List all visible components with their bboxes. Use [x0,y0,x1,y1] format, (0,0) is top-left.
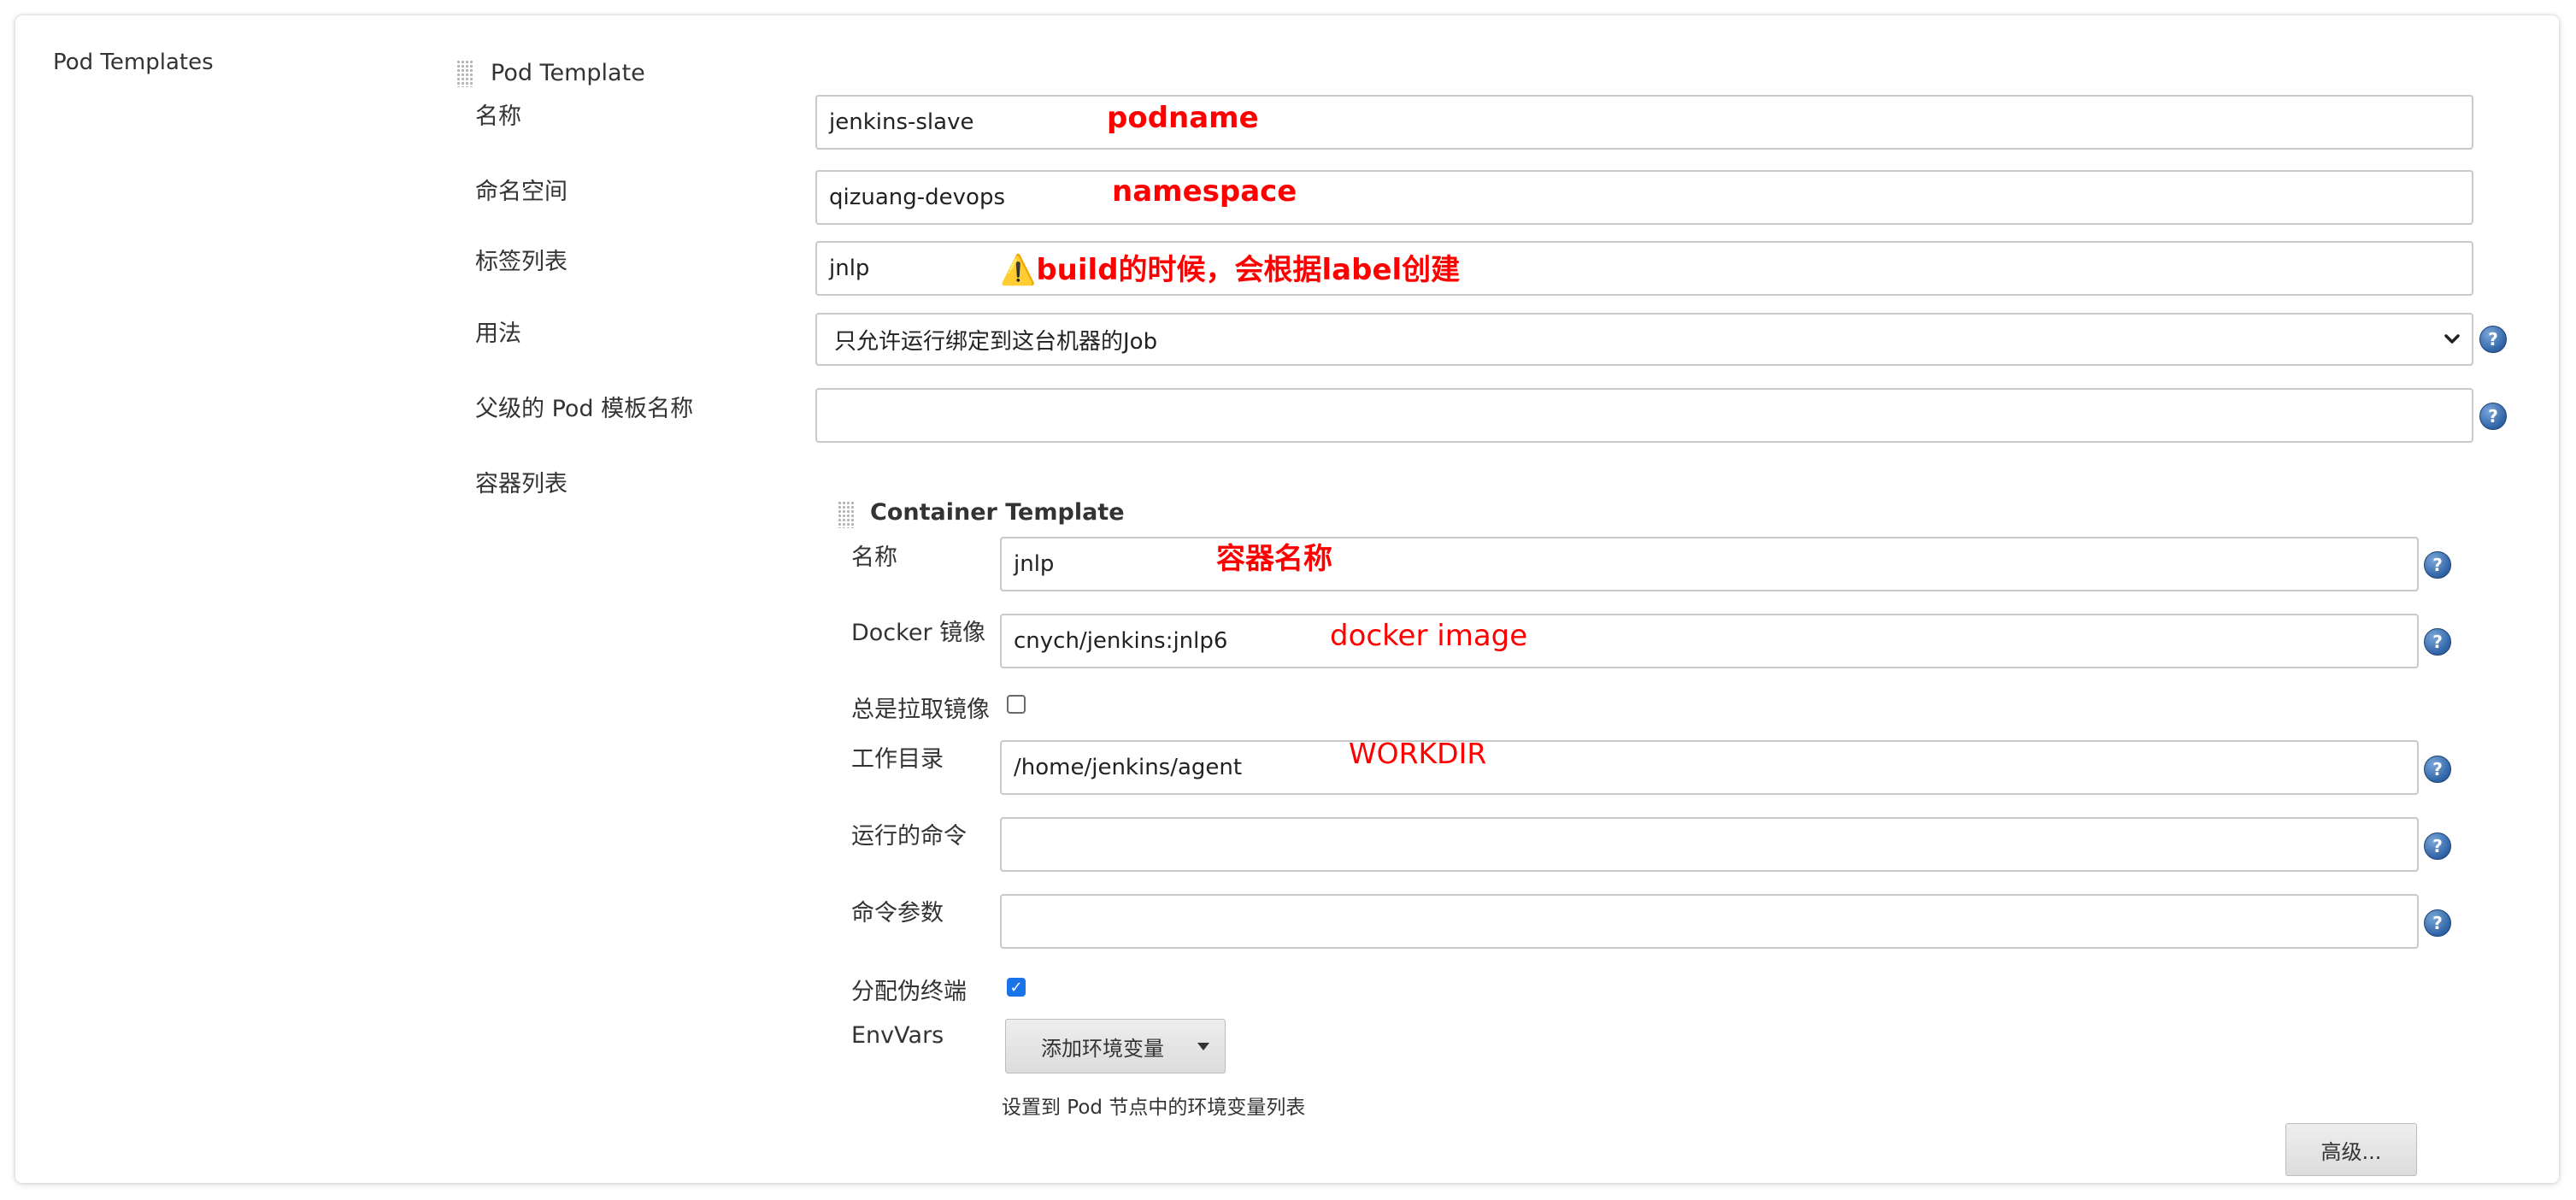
parent-template-label: 父级的 Pod 模板名称 [475,396,694,422]
command-input[interactable] [1000,817,2419,872]
pod-templates-panel: Pod Templates Pod Template 名称 jenkins-sl… [15,15,2559,1183]
workdir-label: 工作目录 [851,746,944,773]
docker-image-input[interactable]: cnych/jenkins:jnlp6 [1000,614,2419,668]
container-name-label: 名称 [851,544,897,571]
containers-label: 容器列表 [475,471,568,497]
section-title: Pod Templates [53,50,214,75]
container-name-input[interactable]: jnlp [1000,537,2419,591]
help-icon[interactable]: ? [2424,551,2451,579]
args-label: 命令参数 [851,900,944,926]
namespace-label: 命名空间 [475,179,568,205]
always-pull-label: 总是拉取镜像 [851,697,990,723]
pod-name-label: 名称 [475,103,521,130]
envvars-hint: 设置到 Pod 节点中的环境变量列表 [1002,1097,1306,1119]
annotation-container-name: 容器名称 [1216,542,1332,576]
tty-checkbox[interactable]: ✓ [1007,978,1026,997]
annotation-docker-image: docker image [1330,619,1528,653]
chevron-down-icon [2444,334,2460,344]
namespace-input[interactable]: qizuang-devops [815,170,2473,225]
workdir-input[interactable]: /home/jenkins/agent [1000,740,2419,795]
annotation-labels: ⚠️build的时候，会根据label创建 [1000,253,1461,287]
help-icon[interactable]: ? [2479,326,2507,353]
pod-template-title: Pod Template [491,60,645,86]
help-icon[interactable]: ? [2479,403,2507,430]
help-icon[interactable]: ? [2424,909,2451,937]
usage-label: 用法 [475,321,521,347]
pod-name-input[interactable]: jenkins-slave [815,95,2473,150]
add-env-var-button[interactable]: 添加环境变量 [1005,1019,1226,1074]
usage-select[interactable]: 只允许运行绑定到这台机器的Job [815,313,2473,366]
drag-handle-icon[interactable] [456,60,473,87]
help-icon[interactable]: ? [2424,756,2451,783]
help-icon[interactable]: ? [2424,628,2451,656]
help-icon[interactable]: ? [2424,832,2451,860]
command-label: 运行的命令 [851,823,967,850]
always-pull-checkbox[interactable] [1007,695,1026,714]
annotation-namespace: namespace [1112,174,1297,209]
envvars-label: EnvVars [851,1022,944,1049]
dropdown-arrow-icon [1197,1043,1209,1050]
drag-handle-icon[interactable] [838,501,855,528]
container-template-title: Container Template [870,499,1125,526]
warning-icon: ⚠️ [1000,253,1037,287]
advanced-button[interactable]: 高级... [2285,1123,2417,1176]
parent-template-input[interactable] [815,388,2473,443]
annotation-podname: podname [1107,101,1259,135]
labels-label: 标签列表 [475,249,568,275]
annotation-workdir: WORKDIR [1349,737,1487,770]
tty-label: 分配伪终端 [851,979,967,1005]
args-input[interactable] [1000,894,2419,949]
docker-image-label: Docker 镜像 [851,620,986,646]
